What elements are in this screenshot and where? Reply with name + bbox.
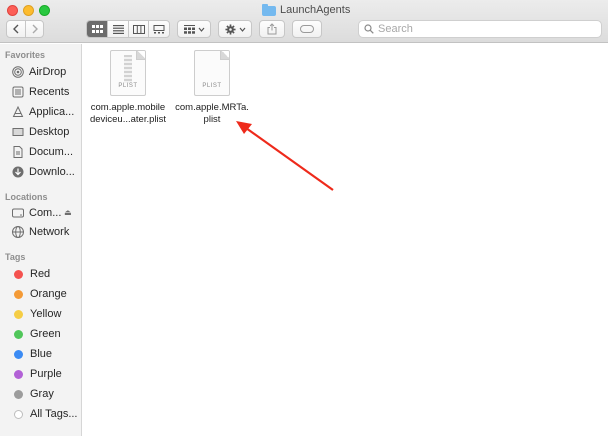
annotation-arrow-icon — [236, 121, 334, 191]
